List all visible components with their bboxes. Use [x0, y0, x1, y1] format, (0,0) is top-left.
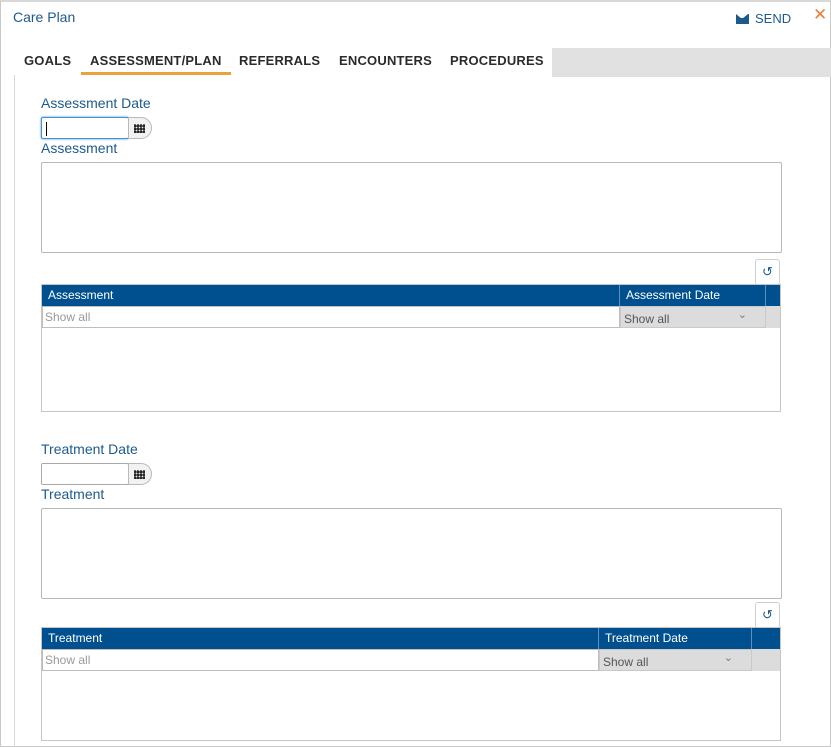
assessment-text-label: Assessment — [41, 140, 118, 156]
chevron-down-icon: ⌄ — [723, 652, 733, 664]
filter-select-value: Show all — [603, 655, 649, 669]
tab-procedures[interactable]: PROCEDURES — [450, 53, 544, 68]
assessment-date-label: Assessment Date — [41, 95, 151, 111]
assessment-date-input[interactable] — [41, 117, 129, 139]
treatment-textarea[interactable] — [41, 508, 782, 599]
treatment-date-input[interactable] — [41, 463, 129, 485]
assessment-grid: Assessment Assessment Date Show all Show… — [41, 284, 781, 412]
column-divider — [619, 285, 620, 306]
send-button[interactable]: SEND — [736, 11, 791, 26]
tab-referrals[interactable]: REFERRALS — [239, 53, 320, 68]
refresh-icon[interactable]: ↺ — [755, 602, 780, 628]
tab-bar: GOALS ASSESSMENT/PLAN REFERRALS ENCOUNTE… — [14, 46, 831, 77]
assessment-filter-input[interactable]: Show all — [42, 306, 620, 328]
filter-select-value: Show all — [624, 312, 670, 326]
column-header-assessment[interactable]: Assessment — [48, 288, 113, 302]
window-title: Care Plan — [13, 9, 76, 25]
tab-encounters[interactable]: ENCOUNTERS — [339, 53, 432, 68]
grid-header: Assessment Assessment Date — [42, 285, 780, 306]
calendar-icon[interactable] — [128, 463, 152, 485]
grid-header: Treatment Treatment Date — [42, 628, 780, 649]
assessment-date-filter-select[interactable]: Show all ⌄ — [620, 306, 766, 328]
column-header-assessment-date[interactable]: Assessment Date — [626, 288, 720, 302]
text-cursor — [46, 122, 47, 136]
column-header-treatment[interactable]: Treatment — [48, 631, 102, 645]
treatment-filter-input[interactable]: Show all — [42, 649, 599, 671]
assessment-textarea[interactable] — [41, 162, 782, 253]
filter-tail — [752, 649, 780, 671]
column-header-treatment-date[interactable]: Treatment Date — [605, 631, 688, 645]
grid-filter-row: Show all Show all ⌄ — [42, 649, 780, 671]
close-icon[interactable]: ✕ — [813, 5, 827, 25]
treatment-date-filter-select[interactable]: Show all ⌄ — [599, 649, 752, 671]
send-label: SEND — [755, 11, 792, 26]
filter-tail — [766, 306, 780, 328]
calendar-icon[interactable] — [128, 117, 152, 139]
grid-filter-row: Show all Show all ⌄ — [42, 306, 780, 328]
treatment-grid: Treatment Treatment Date Show all Show a… — [41, 627, 781, 741]
tab-bar-fill — [552, 48, 831, 77]
treatment-date-label: Treatment Date — [41, 441, 138, 457]
chevron-down-icon: ⌄ — [737, 309, 747, 321]
panel-border-left — [14, 75, 15, 747]
column-divider — [751, 628, 752, 649]
mail-icon — [736, 13, 749, 24]
care-plan-window: Care Plan SEND ✕ GOALS ASSESSMENT/PLAN R… — [0, 0, 831, 747]
column-divider — [598, 628, 599, 649]
refresh-icon[interactable]: ↺ — [755, 259, 780, 285]
treatment-text-label: Treatment — [41, 486, 105, 502]
tab-goals[interactable]: GOALS — [24, 53, 71, 68]
tab-assessment-plan[interactable]: ASSESSMENT/PLAN — [81, 53, 231, 75]
column-divider — [765, 285, 766, 306]
